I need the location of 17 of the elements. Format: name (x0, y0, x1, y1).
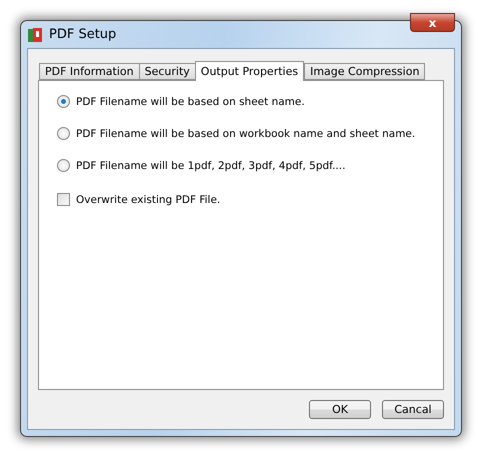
close-button[interactable]: x (410, 13, 455, 32)
window-title: PDF Setup (49, 27, 118, 42)
option-label: PDF Filename will be 1pdf, 2pdf, 3pdf, 4pdf, 5pdf.... (76, 160, 346, 172)
checkbox[interactable] (57, 193, 70, 206)
radio-button[interactable] (57, 127, 70, 140)
radio-button[interactable] (57, 159, 70, 172)
ok-button[interactable]: OK (309, 400, 371, 419)
tab[interactable]: PDF Information (39, 63, 140, 80)
app-icon (27, 26, 43, 42)
tab[interactable]: Security (138, 63, 196, 80)
cancel-button[interactable]: Cancal (382, 400, 444, 419)
option-label: Overwrite existing PDF File. (76, 194, 220, 206)
option-label: PDF Filename will be based on sheet name. (76, 96, 305, 108)
tab[interactable]: Image Compression (304, 63, 426, 80)
radio-button[interactable] (57, 95, 70, 108)
option-label: PDF Filename will be based on workbook name and sheet name. (76, 128, 416, 140)
tab[interactable]: Output Properties (194, 61, 304, 81)
